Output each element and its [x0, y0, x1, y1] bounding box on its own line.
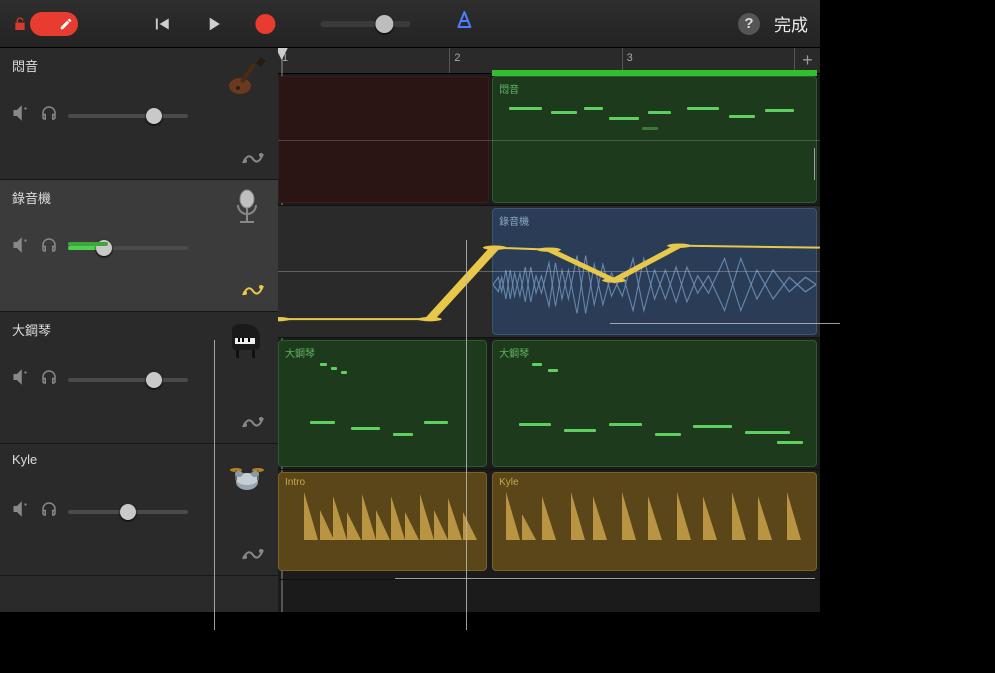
toolbar: ? 完成	[0, 0, 820, 48]
callout-leader	[814, 148, 815, 180]
track-name-label: 錄音機	[12, 188, 51, 207]
record-icon	[255, 14, 275, 34]
app-window: ? 完成 悶音 錄音機	[0, 0, 820, 612]
region-label: Kyle	[499, 477, 518, 488]
track-header-recorder[interactable]: 錄音機	[0, 180, 278, 312]
callout-leader	[214, 340, 215, 630]
region-label: Intro	[285, 477, 305, 488]
volume-slider[interactable]	[68, 378, 188, 382]
headphones-button[interactable]	[40, 500, 58, 523]
automation-toggle[interactable]	[242, 414, 264, 435]
callout-leader	[610, 323, 840, 324]
drum-kit-icon	[226, 452, 268, 494]
slider-knob[interactable]	[96, 240, 112, 256]
headphones-button[interactable]	[40, 368, 58, 391]
help-button[interactable]: ?	[738, 13, 760, 35]
track-header-bass[interactable]: 悶音	[0, 48, 278, 180]
region-piano-b[interactable]: 大鋼琴	[492, 340, 817, 467]
metronome-button[interactable]	[452, 9, 476, 38]
slider-knob[interactable]	[146, 372, 162, 388]
rewind-button[interactable]	[144, 9, 178, 39]
track-header-drums[interactable]: Kyle	[0, 444, 278, 576]
done-button[interactable]: 完成	[774, 11, 808, 36]
master-volume-slider[interactable]	[320, 21, 410, 27]
bass-guitar-icon	[226, 56, 268, 98]
track-name-label: Kyle	[12, 452, 37, 467]
track-name-label: 大鋼琴	[12, 320, 51, 339]
slider-knob[interactable]	[375, 15, 393, 33]
audio-waveform	[493, 241, 816, 328]
mute-button[interactable]	[12, 236, 30, 259]
region-audio[interactable]: 錄音機	[492, 208, 817, 335]
track-header-piano[interactable]: 大鋼琴	[0, 312, 278, 444]
region-piano-a[interactable]: 大鋼琴	[278, 340, 487, 467]
region-label: 錄音機	[499, 213, 529, 228]
main-body: 悶音 錄音機	[0, 48, 820, 612]
microphone-icon	[226, 188, 268, 230]
track-lanes: 悶音 錄音機	[278, 74, 820, 612]
automation-toggle[interactable]	[242, 282, 264, 303]
track-lane-drums[interactable]: Intro Kyle	[278, 470, 820, 580]
callout-leader	[466, 240, 467, 630]
slider-knob[interactable]	[120, 504, 136, 520]
bar-number: 3	[627, 52, 633, 64]
grand-piano-icon	[226, 320, 268, 362]
region-label: 大鋼琴	[285, 345, 315, 360]
automation-toggle[interactable]	[242, 150, 264, 171]
mute-button[interactable]	[12, 104, 30, 127]
mute-button[interactable]	[12, 500, 30, 523]
region-label: 大鋼琴	[499, 345, 529, 360]
transport-controls	[144, 9, 476, 39]
slider-knob[interactable]	[146, 108, 162, 124]
volume-slider[interactable]	[68, 510, 188, 514]
track-lane-piano[interactable]: 大鋼琴 大鋼琴	[278, 338, 820, 470]
track-lane-bass[interactable]: 悶音	[278, 74, 820, 206]
headphones-button[interactable]	[40, 104, 58, 127]
lock-icon	[12, 16, 28, 32]
record-button[interactable]	[248, 9, 282, 39]
bar-number: 2	[454, 52, 460, 64]
track-name-label: 悶音	[12, 56, 38, 75]
region-drums-kyle[interactable]: Kyle	[492, 472, 817, 571]
play-button[interactable]	[196, 9, 230, 39]
pencil-icon	[59, 17, 73, 31]
tracks-timeline-area[interactable]: 1 2 3 + 悶音	[278, 48, 820, 612]
volume-slider[interactable]	[68, 114, 188, 118]
track-headers-sidebar: 悶音 錄音機	[0, 48, 278, 612]
region-label: 悶音	[499, 81, 519, 96]
region-drums-intro[interactable]: Intro	[278, 472, 487, 571]
track-lane-recorder[interactable]: 錄音機	[278, 206, 820, 338]
volume-slider[interactable]	[68, 246, 188, 250]
mute-button[interactable]	[12, 368, 30, 391]
edit-lock-toggle[interactable]	[12, 12, 78, 36]
automation-toggle[interactable]	[242, 546, 264, 567]
headphones-button[interactable]	[40, 236, 58, 259]
callout-leader	[395, 578, 815, 579]
